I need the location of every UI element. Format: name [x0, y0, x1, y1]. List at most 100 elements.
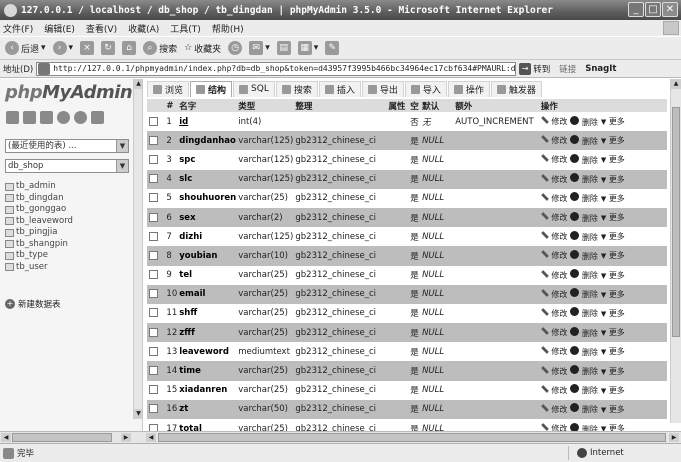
- edit-button[interactable]: 修改: [540, 173, 567, 185]
- delete-button[interactable]: 删除: [570, 384, 598, 396]
- more-button[interactable]: ▼ 更多: [601, 366, 625, 377]
- row-checkbox[interactable]: [149, 366, 158, 376]
- more-button[interactable]: ▼ 更多: [601, 116, 625, 127]
- table-item-tb-type[interactable]: tb_type: [5, 250, 73, 262]
- more-button[interactable]: ▼ 更多: [601, 212, 625, 223]
- delete-button[interactable]: 删除: [570, 192, 598, 204]
- more-button[interactable]: ▼ 更多: [601, 250, 625, 261]
- edit-button[interactable]: 修改: [540, 423, 567, 431]
- content-hscroll-thumb[interactable]: [158, 433, 666, 442]
- more-button[interactable]: ▼ 更多: [601, 193, 625, 204]
- close-button[interactable]: ✕: [662, 2, 678, 17]
- links-button[interactable]: 链接: [559, 63, 576, 75]
- edit-button[interactable]: 修改: [540, 288, 567, 300]
- row-checkbox[interactable]: [149, 308, 158, 318]
- edit-button[interactable]: 修改: [540, 212, 567, 223]
- docs-icon[interactable]: [74, 111, 87, 124]
- header-name[interactable]: 名字: [177, 99, 237, 112]
- row-checkbox[interactable]: [149, 116, 158, 126]
- table-item-tb-dingdan[interactable]: tb_dingdan: [5, 193, 73, 205]
- tab-triggers[interactable]: 触发器: [490, 80, 542, 97]
- scroll-up-icon[interactable]: ▲: [134, 79, 142, 89]
- refresh-button[interactable]: ↻: [99, 39, 117, 57]
- menu-favorites[interactable]: 收藏(A): [128, 22, 159, 35]
- menu-help[interactable]: 帮助(H): [212, 22, 244, 35]
- delete-button[interactable]: 删除: [570, 230, 598, 243]
- row-checkbox[interactable]: [149, 346, 158, 356]
- tab-import[interactable]: 导入: [404, 80, 447, 97]
- more-button[interactable]: ▼ 更多: [601, 385, 625, 396]
- edit-button[interactable]: 修改: [540, 327, 567, 338]
- edit-button[interactable]: 修改: [540, 404, 567, 415]
- delete-button[interactable]: 删除: [570, 211, 598, 224]
- help-icon[interactable]: [57, 111, 70, 124]
- delete-button[interactable]: 删除: [570, 345, 598, 358]
- row-checkbox[interactable]: [149, 270, 158, 280]
- forward-button[interactable]: › ▾: [51, 39, 76, 57]
- more-button[interactable]: ▼ 更多: [601, 327, 625, 338]
- recent-tables-select[interactable]: (最近使用的表) ... ▼: [5, 139, 129, 153]
- tab-sql[interactable]: SQL: [233, 80, 275, 97]
- edit-button[interactable]: 修改: [540, 116, 567, 127]
- row-checkbox[interactable]: [149, 250, 158, 260]
- delete-button[interactable]: 删除: [570, 134, 598, 147]
- row-checkbox[interactable]: [149, 193, 158, 203]
- edit-button[interactable]: 修改: [540, 250, 567, 261]
- snagit-button[interactable]: SnagIt: [585, 64, 616, 74]
- more-button[interactable]: ▼ 更多: [601, 231, 625, 242]
- history-button[interactable]: ◷: [226, 39, 244, 57]
- row-checkbox[interactable]: [149, 423, 158, 431]
- row-checkbox[interactable]: [149, 212, 158, 222]
- nav-vertical-scrollbar[interactable]: ▲ ▼: [133, 79, 142, 419]
- go-button[interactable]: → 转到: [519, 62, 550, 75]
- row-checkbox[interactable]: [149, 404, 158, 414]
- row-checkbox[interactable]: [149, 385, 158, 395]
- delete-button[interactable]: 删除: [570, 403, 598, 415]
- tab-operations[interactable]: 操作: [447, 80, 490, 97]
- more-button[interactable]: ▼ 更多: [601, 308, 625, 319]
- delete-button[interactable]: 删除: [570, 326, 598, 339]
- phpmyadmin-logo[interactable]: phpMyAdmin: [5, 82, 133, 103]
- edit-button[interactable]: 修改: [540, 346, 567, 357]
- reload-icon[interactable]: [91, 111, 104, 124]
- sql-query-icon[interactable]: [40, 111, 53, 124]
- scroll-thumb[interactable]: [672, 107, 680, 337]
- delete-button[interactable]: 删除: [570, 249, 598, 262]
- home-button[interactable]: ⌂: [120, 39, 138, 57]
- address-input[interactable]: http://127.0.0.1/phpmyadmin/index.php?db…: [36, 61, 517, 76]
- menu-file[interactable]: 文件(F): [3, 22, 33, 35]
- edit-button[interactable]: 修改: [540, 269, 567, 281]
- nav-hscroll-thumb[interactable]: [12, 433, 112, 442]
- row-checkbox[interactable]: [149, 135, 158, 145]
- edit-button[interactable]: 修改: [540, 154, 567, 165]
- table-item-tb-user[interactable]: tb_user: [5, 262, 73, 274]
- tab-browse[interactable]: 浏览: [147, 80, 190, 97]
- search-button[interactable]: ⌕ 搜索: [141, 39, 179, 57]
- delete-button[interactable]: 删除: [570, 115, 598, 128]
- scroll-left-icon[interactable]: ◀: [1, 433, 11, 442]
- table-item-tb-gonggao[interactable]: tb_gonggao: [5, 204, 73, 216]
- delete-button[interactable]: 删除: [570, 288, 598, 300]
- row-checkbox[interactable]: [149, 327, 158, 337]
- minimize-button[interactable]: _: [628, 2, 644, 17]
- delete-button[interactable]: 删除: [570, 269, 598, 281]
- row-checkbox[interactable]: [149, 154, 158, 164]
- tab-insert[interactable]: 插入: [318, 80, 361, 97]
- delete-button[interactable]: 删除: [570, 153, 598, 166]
- menu-edit[interactable]: 编辑(E): [44, 22, 75, 35]
- scroll-down-icon[interactable]: ▼: [134, 409, 142, 419]
- menu-tools[interactable]: 工具(T): [170, 22, 201, 35]
- edit-button[interactable]: 修改: [540, 365, 567, 377]
- edit-button[interactable]: 修改: [540, 135, 567, 146]
- tab-export[interactable]: 导出: [361, 80, 404, 97]
- more-button[interactable]: ▼ 更多: [601, 423, 625, 431]
- mail-button[interactable]: ✉ ▾: [247, 39, 272, 57]
- scroll-up-icon[interactable]: ▲: [671, 79, 681, 89]
- print-button[interactable]: ▤: [275, 39, 293, 57]
- edit-button[interactable]: 修改: [540, 193, 567, 204]
- database-select[interactable]: db_shop ▼: [5, 159, 129, 173]
- discuss-button[interactable]: ✎: [323, 39, 341, 57]
- row-checkbox[interactable]: [149, 231, 158, 241]
- content-vertical-scrollbar[interactable]: ▲: [670, 79, 681, 423]
- more-button[interactable]: ▼ 更多: [601, 289, 625, 300]
